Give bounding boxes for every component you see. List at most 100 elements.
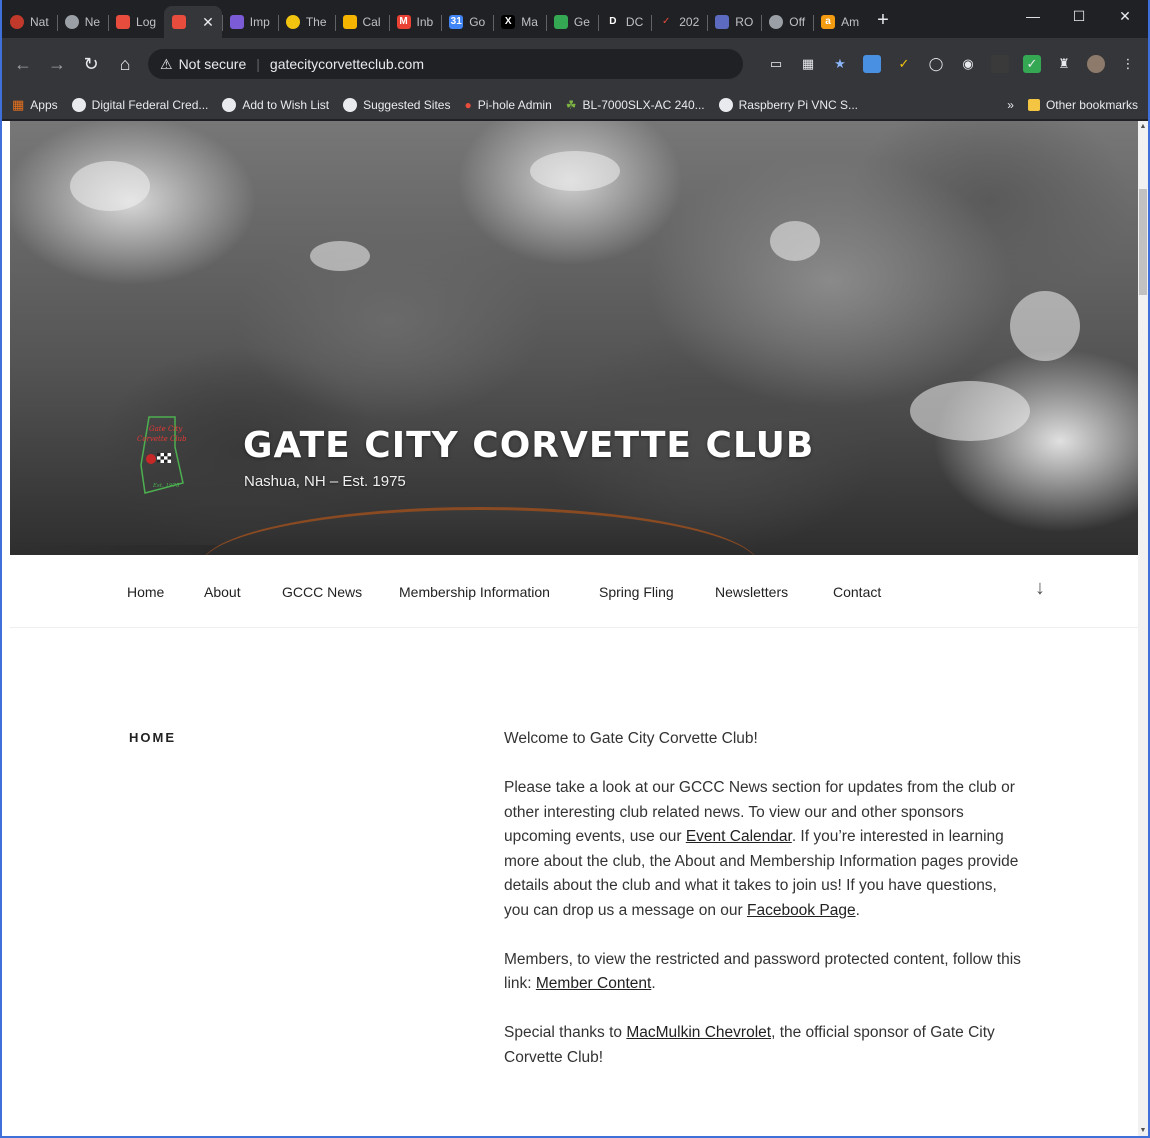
facebook-page-link[interactable]: Facebook Page <box>747 902 856 919</box>
record-extension-icon[interactable]: ◉ <box>959 55 977 73</box>
back-icon[interactable]: ← <box>12 54 34 75</box>
nav-about[interactable]: About <box>204 584 241 600</box>
foliage-highlight <box>1010 291 1080 361</box>
tab[interactable]: Ge <box>545 6 598 38</box>
calendar-icon: 31 <box>449 15 464 29</box>
tab-label: Off <box>789 15 806 29</box>
nav-gccc-news[interactable]: GCCC News <box>282 584 362 600</box>
tab[interactable]: The <box>277 6 335 38</box>
tab-label: RO <box>735 15 754 29</box>
circle-extension-icon[interactable]: ◯ <box>927 55 945 73</box>
scroll-up-icon[interactable]: ▲ <box>1138 123 1148 130</box>
welcome-paragraph: Welcome to Gate City Corvette Club! <box>504 727 1024 752</box>
bookmark-apps[interactable]: ▦ Apps <box>12 97 58 113</box>
bookmark-item[interactable]: Add to Wish List <box>222 97 329 112</box>
tab-label: Inb <box>416 15 434 29</box>
tab[interactable]: Ne <box>56 6 108 38</box>
apps-grid-icon: ▦ <box>12 96 25 112</box>
foliage-highlight <box>70 161 150 211</box>
close-icon[interactable]: ✕ <box>202 14 214 31</box>
tab[interactable]: 31 Go <box>441 6 493 38</box>
tab[interactable]: X Ma <box>493 6 546 38</box>
bookmark-item[interactable]: ● Pi-hole Admin <box>464 98 551 112</box>
gmail-icon: M <box>396 15 411 29</box>
tab[interactable]: RO <box>707 6 761 38</box>
event-calendar-link[interactable]: Event Calendar <box>686 828 792 845</box>
more-bookmarks-button[interactable]: » <box>1007 98 1014 112</box>
globe-icon <box>718 97 733 112</box>
tab[interactable]: ✓ 202 <box>651 6 707 38</box>
scroll-down-arrow-icon[interactable]: ↓ <box>1035 577 1045 600</box>
qr-code-icon[interactable]: ▦ <box>799 55 817 73</box>
welcome-text: Welcome to Gate City Corvette Club! <box>504 730 758 747</box>
security-status: Not secure <box>178 56 247 72</box>
green-check-extension-icon[interactable]: ✓ <box>1023 55 1041 73</box>
scrollbar-thumb[interactable] <box>1139 189 1147 295</box>
tab[interactable]: Cal <box>334 6 389 38</box>
bookmark-item[interactable]: Suggested Sites <box>343 97 450 112</box>
corvette-flag-icon <box>116 15 131 29</box>
tab[interactable]: D DC <box>597 6 651 38</box>
tab[interactable]: Nat <box>2 6 57 38</box>
club-logo: Gate City Corvette Club Est. 1975 <box>137 416 187 494</box>
nav-contact[interactable]: Contact <box>833 584 881 600</box>
tab-label: 202 <box>679 15 700 29</box>
nav-newsletters[interactable]: Newsletters <box>715 584 788 600</box>
leaf-icon: ☘ <box>565 97 577 112</box>
site-title[interactable]: GATE CITY CORVETTE CLUB <box>243 425 814 466</box>
other-bookmarks[interactable]: Other bookmarks <box>1027 98 1138 112</box>
bookmark-label: BL-7000SLX-AC 240... <box>582 97 705 112</box>
tab-strip: Nat Ne Log ✕ Imp The Cal M Inb 31 Go X Ma G… <box>2 0 1148 38</box>
bookmark-star-icon[interactable]: ★ <box>831 55 849 73</box>
cast-icon[interactable]: ▭ <box>767 55 785 73</box>
url-text[interactable]: gatecitycorvetteclub.com <box>270 56 424 72</box>
close-window-icon[interactable]: ✕ <box>1102 0 1148 32</box>
reload-icon[interactable]: ↻ <box>80 54 102 75</box>
tab[interactable]: Off <box>761 6 813 38</box>
nav-spring-fling[interactable]: Spring Fling <box>599 584 674 600</box>
sponsor-paragraph: Special thanks to MacMulkin Chevrolet, t… <box>504 1021 1024 1070</box>
omnibox-divider: | <box>256 56 260 72</box>
nav-membership-information[interactable]: Membership Information <box>399 584 550 600</box>
tab-active[interactable]: ✕ <box>164 6 222 38</box>
cloud-extension-icon[interactable] <box>863 55 881 73</box>
intro-text: . <box>855 901 860 919</box>
new-tab-button[interactable]: + <box>867 9 899 38</box>
page-title: HOME <box>129 730 176 745</box>
dark-extension-icon[interactable] <box>991 55 1009 73</box>
macmulkin-chevrolet-link[interactable]: MacMulkin Chevrolet <box>626 1024 771 1041</box>
page-content: Welcome to Gate City Corvette Club! Plea… <box>504 727 1024 1095</box>
forward-icon[interactable]: → <box>46 54 68 75</box>
member-content-link[interactable]: Member Content <box>536 975 651 992</box>
grid-icon <box>553 15 568 29</box>
bookmarks-right: » Other bookmarks <box>1007 98 1138 112</box>
nav-home[interactable]: Home <box>127 584 164 600</box>
foliage-highlight <box>770 221 820 261</box>
home-icon[interactable]: ⌂ <box>114 54 136 75</box>
address-bar[interactable]: ⚠ Not secure | gatecitycorvetteclub.com <box>148 49 743 79</box>
tab-label: Am <box>841 15 860 29</box>
scroll-down-icon[interactable]: ▼ <box>1138 1127 1148 1134</box>
tab[interactable]: M Inb <box>388 6 442 38</box>
bookmark-item[interactable]: ☘ BL-7000SLX-AC 240... <box>566 98 705 112</box>
minimize-icon[interactable]: — <box>1010 0 1056 32</box>
menu-kebab-icon[interactable]: ⋮ <box>1119 55 1137 73</box>
foliage-highlight <box>530 151 620 191</box>
foliage-highlight <box>910 381 1030 441</box>
bookmark-item[interactable]: Digital Federal Cred... <box>71 97 208 112</box>
profile-avatar[interactable] <box>1087 55 1105 73</box>
tab[interactable]: a Am <box>813 6 867 38</box>
shield-icon <box>229 15 244 29</box>
checkmark-extension-icon[interactable]: ✓ <box>895 55 913 73</box>
x-icon: X <box>501 15 516 29</box>
tab[interactable]: Log <box>108 6 164 38</box>
warning-icon: ⚠ <box>160 55 173 72</box>
tab[interactable]: Imp <box>221 6 278 38</box>
members-paragraph: Members, to view the restricted and pass… <box>504 948 1024 997</box>
bookmark-item[interactable]: Raspberry Pi VNC S... <box>718 97 858 112</box>
puzzle-extensions-icon[interactable]: ♜ <box>1055 55 1073 73</box>
maximize-icon[interactable]: ☐ <box>1056 0 1102 32</box>
car-left-shadow <box>10 545 230 555</box>
page-scrollbar[interactable]: ▲ ▼ <box>1138 121 1148 1136</box>
bookmark-label: Pi-hole Admin <box>477 97 552 112</box>
